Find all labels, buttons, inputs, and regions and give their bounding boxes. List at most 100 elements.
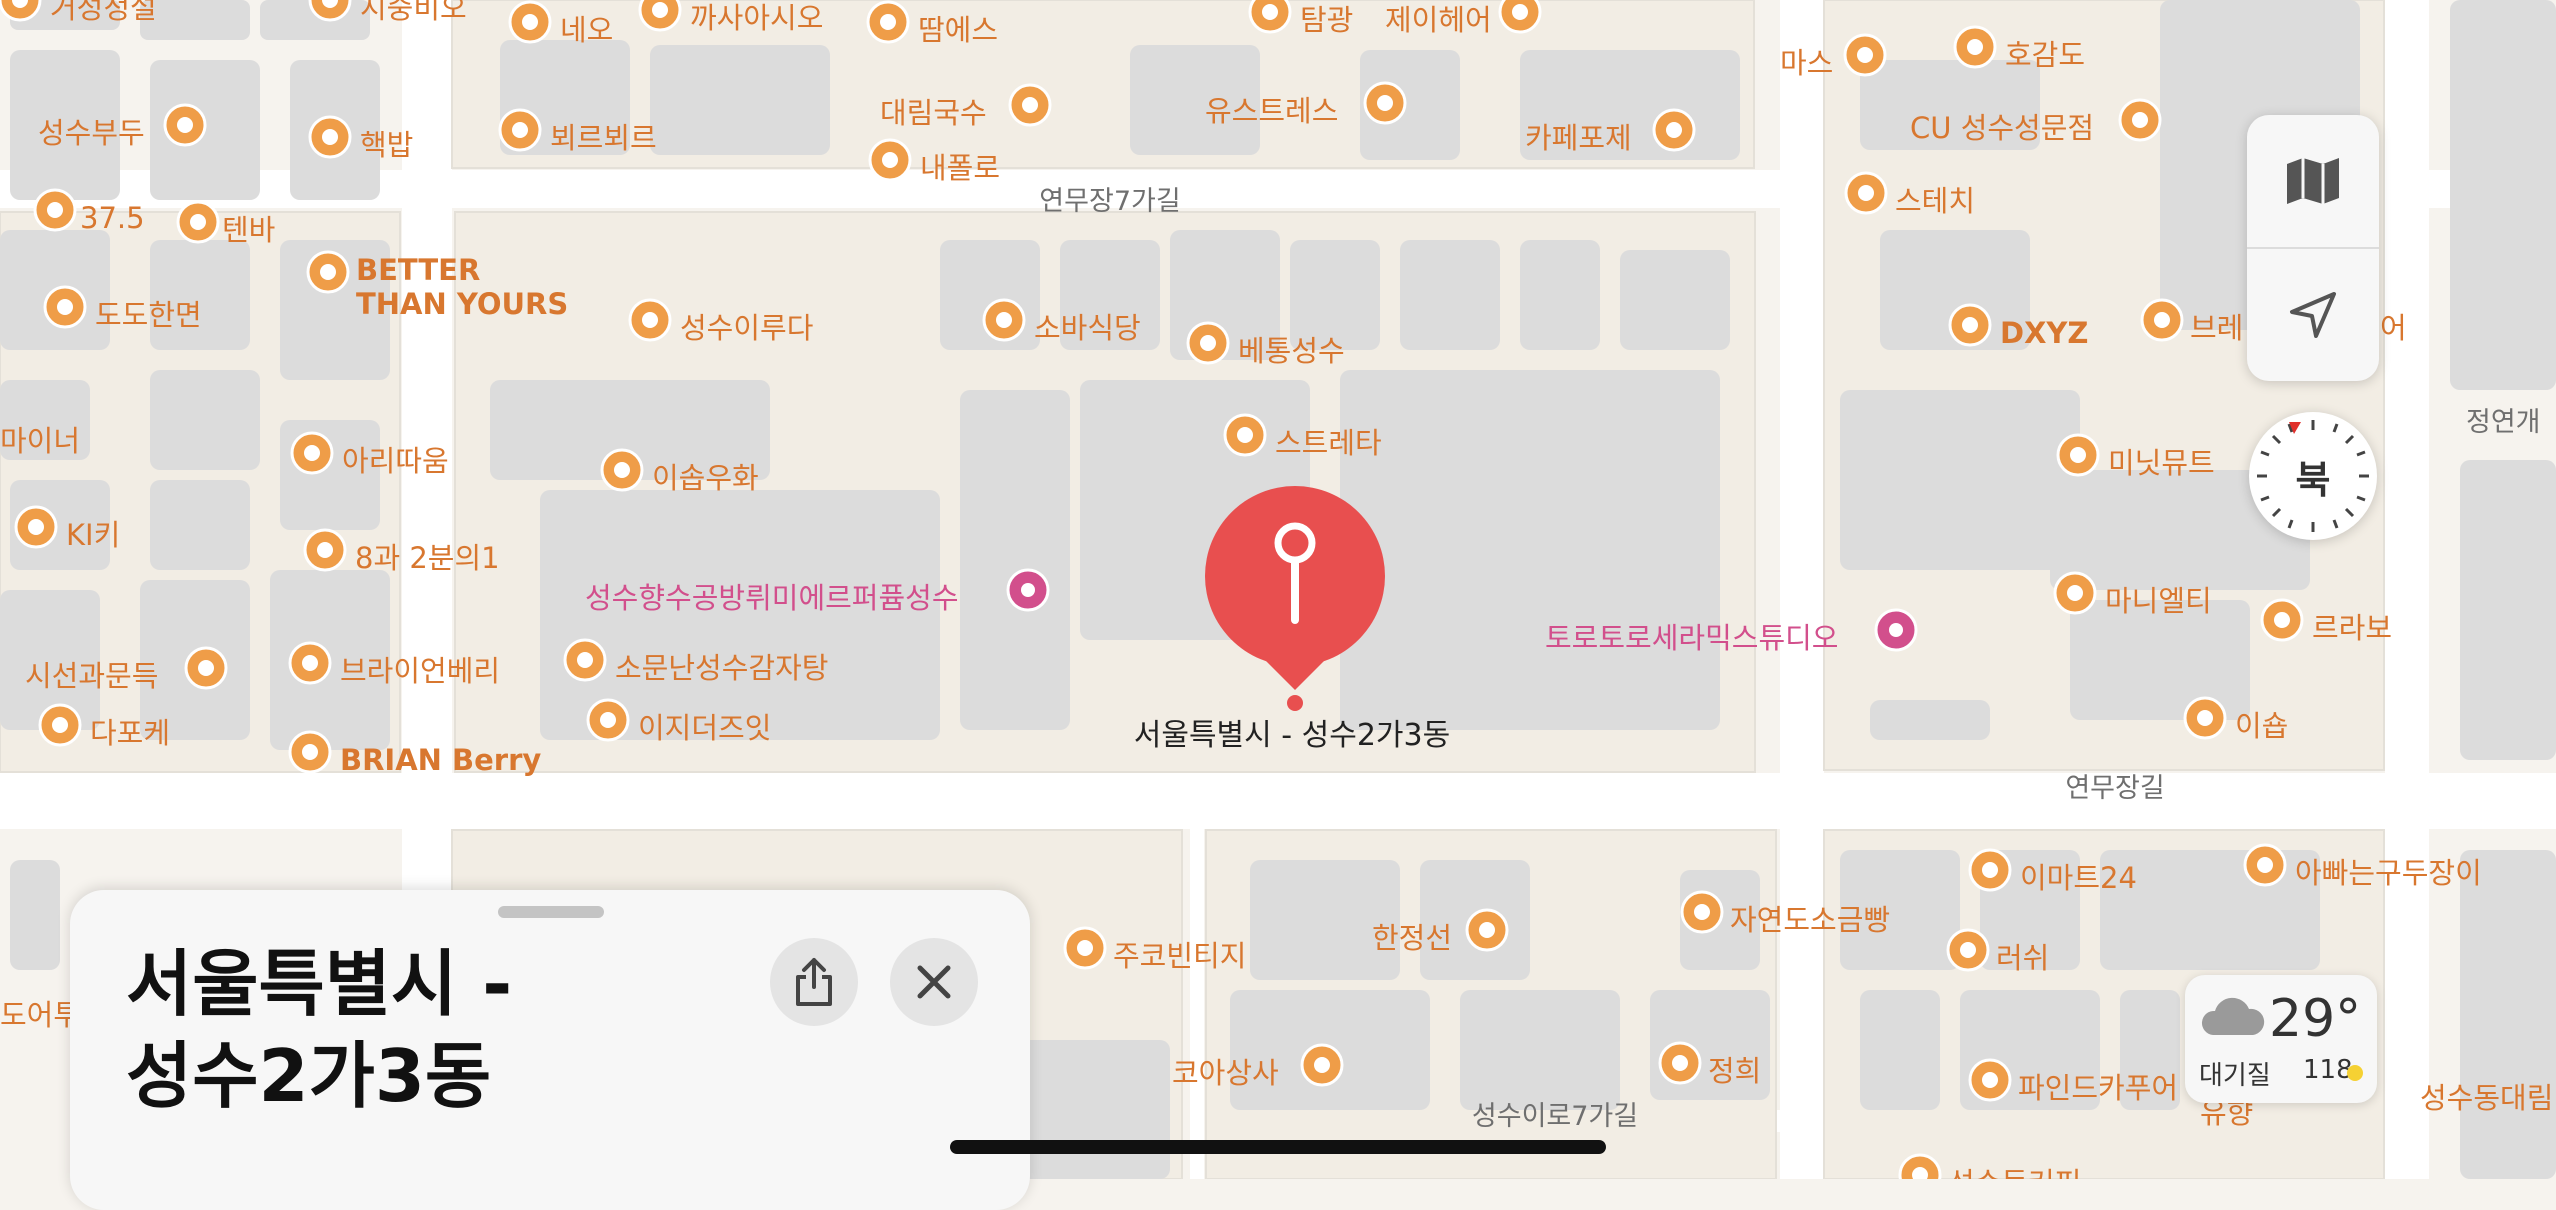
poi-label: 성수부두 [38,116,145,150]
pin-label: 서울특별시 - 성수2가3동 [1134,718,1450,753]
poi-label: 한정선 [1372,921,1452,955]
poi-label: 카페포제 [1525,121,1632,155]
home-indicator[interactable] [950,1140,1606,1154]
lipstick-icon-glyph [2197,710,2213,726]
poi-food[interactable]: 성수동대림 [2420,1081,2553,1115]
share-icon [796,958,832,1006]
poi-label: 이마트24 [2020,861,2137,895]
poi-cafe[interactable]: BETTER [306,250,480,294]
place-title: 서울특별시 - 성수2가3동 [126,938,686,1122]
poi-label: 마스 [1780,46,1833,80]
street-label: 정연개 [2466,407,2541,438]
poi-label: 스테치 [1895,184,1975,218]
bag-icon-glyph [2274,612,2290,628]
air-quality-label: 대기질 [2199,1061,2271,1091]
place-title-line-2: 성수2가3동 [126,1034,492,1118]
poi-label: 토로토로세라믹스튜디오 [1545,621,1838,655]
cup-icon-glyph [1858,185,1874,201]
shirt-icon-glyph [880,14,896,30]
poi-label: 주코빈티지 [1113,939,1246,973]
poi-label: 성수동커피 [1948,1166,2081,1179]
bag-icon-glyph [2070,447,2086,463]
fork-knife-icon-glyph [577,652,593,668]
poi-label: 성수향수공방뤼미에르퍼퓸성수 [585,581,959,615]
temperature: 29° [2269,989,2362,1049]
poi-label: 마니엘티 [2105,584,2212,618]
poi-label: 브라이언베리 [340,654,500,688]
poi-label: 뵈르뵈르 [550,121,657,155]
sheet-grabber[interactable] [498,906,604,918]
street-label: 연무장7가길 [1039,186,1180,217]
poi-food[interactable]: 까사아시오 [638,0,823,35]
poi-label: 아빠는구두장이 [2295,856,2482,890]
map-mode-button[interactable] [2247,115,2379,247]
fork-knife-icon-glyph [642,312,658,328]
fork-knife-icon-glyph [1967,39,1983,55]
store-icon-glyph [1982,862,1998,878]
weather-widget[interactable]: 29° 대기질 118 [2185,975,2377,1103]
scissors-icon-glyph [1672,1055,1688,1071]
shirt-icon-glyph [302,744,318,760]
poi-label: 37.5 [80,201,145,235]
cocktail-icon-glyph [600,712,616,728]
poi-label: 도어투 [0,998,80,1032]
poi-shop[interactable]: 어 [2380,311,2407,345]
poi-label: 대림국수 [880,96,987,130]
poi-label: 시선과문득 [25,659,158,693]
poi-label: 이솝우화 [652,461,759,495]
croissant-icon-glyph [1694,904,1710,920]
place-card[interactable]: 서울특별시 - 성수2가3동 [70,890,1030,1210]
cloud-icon [2201,997,2265,1035]
poi-label: BETTER [356,253,480,287]
location-arrow-icon [2290,292,2336,338]
shoe-icon-glyph [2257,857,2273,873]
cup-icon-glyph [47,202,63,218]
poi-food[interactable]: 마이너 [0,424,80,458]
poi-label: 베통성수 [1238,334,1345,368]
fork-knife-icon-glyph [322,129,338,145]
share-button[interactable] [770,938,858,1026]
poi-label: 마이너 [0,424,80,458]
poi-label: 성수이루다 [680,311,813,345]
shirt-icon-glyph [1314,1057,1330,1073]
fork-knife-icon-glyph [882,152,898,168]
poi-label: THAN YOURS [356,287,568,321]
compass[interactable]: 북 [2249,412,2377,540]
poi-shop[interactable]: 도어투 [0,998,80,1032]
fork-knife-icon-glyph [652,2,668,18]
poi-shop[interactable]: 제이헤어 [1385,0,1542,37]
store-icon-glyph [2132,112,2148,128]
shirt-icon-glyph [2067,585,2083,601]
map-icon [2287,158,2339,204]
poi-label: 브레 [2190,311,2243,345]
poi-label: 까사아시오 [690,1,823,35]
poi-label: 다포케 [90,716,170,750]
cup-icon-glyph [1200,335,1216,351]
poi-label: 8과 2분의1 [355,541,500,575]
poi-label: 핵밥 [360,128,413,162]
compass-label: 북 [2295,457,2331,502]
place-title-line-1: 서울특별시 - [126,942,513,1026]
close-button[interactable] [890,938,978,1026]
poi-label: 거성정설 [50,0,157,25]
poi-label: 아리따움 [342,444,449,478]
shirt-icon-glyph [522,14,538,30]
fork-knife-icon-glyph [1262,4,1278,20]
poi-cafe[interactable]: THAN YOURS [356,287,568,321]
lipstick-icon-glyph [1960,942,1976,958]
air-quality-indicator [2347,1065,2363,1081]
poi-label: 자연도소금빵 [1730,903,1890,937]
monitor-icon-glyph [2154,312,2170,328]
cup-icon-glyph [1377,95,1393,111]
poi-label: 시중비오 [360,0,467,25]
cocktail-icon-glyph [1857,47,1873,63]
poi-label: 호감도 [2005,38,2085,72]
poi-label: 어 [2380,311,2407,345]
air-quality-value: 118 [2303,1055,2353,1085]
poi-label: 성수동대림 [2420,1081,2553,1115]
current-location-button[interactable] [2247,249,2379,381]
bowl-icon-glyph [57,299,73,315]
poi-label: BRIAN Berry [340,743,541,777]
poi-food[interactable]: 탐광 [1248,0,1353,37]
street-label: 연무장길 [2065,773,2164,804]
